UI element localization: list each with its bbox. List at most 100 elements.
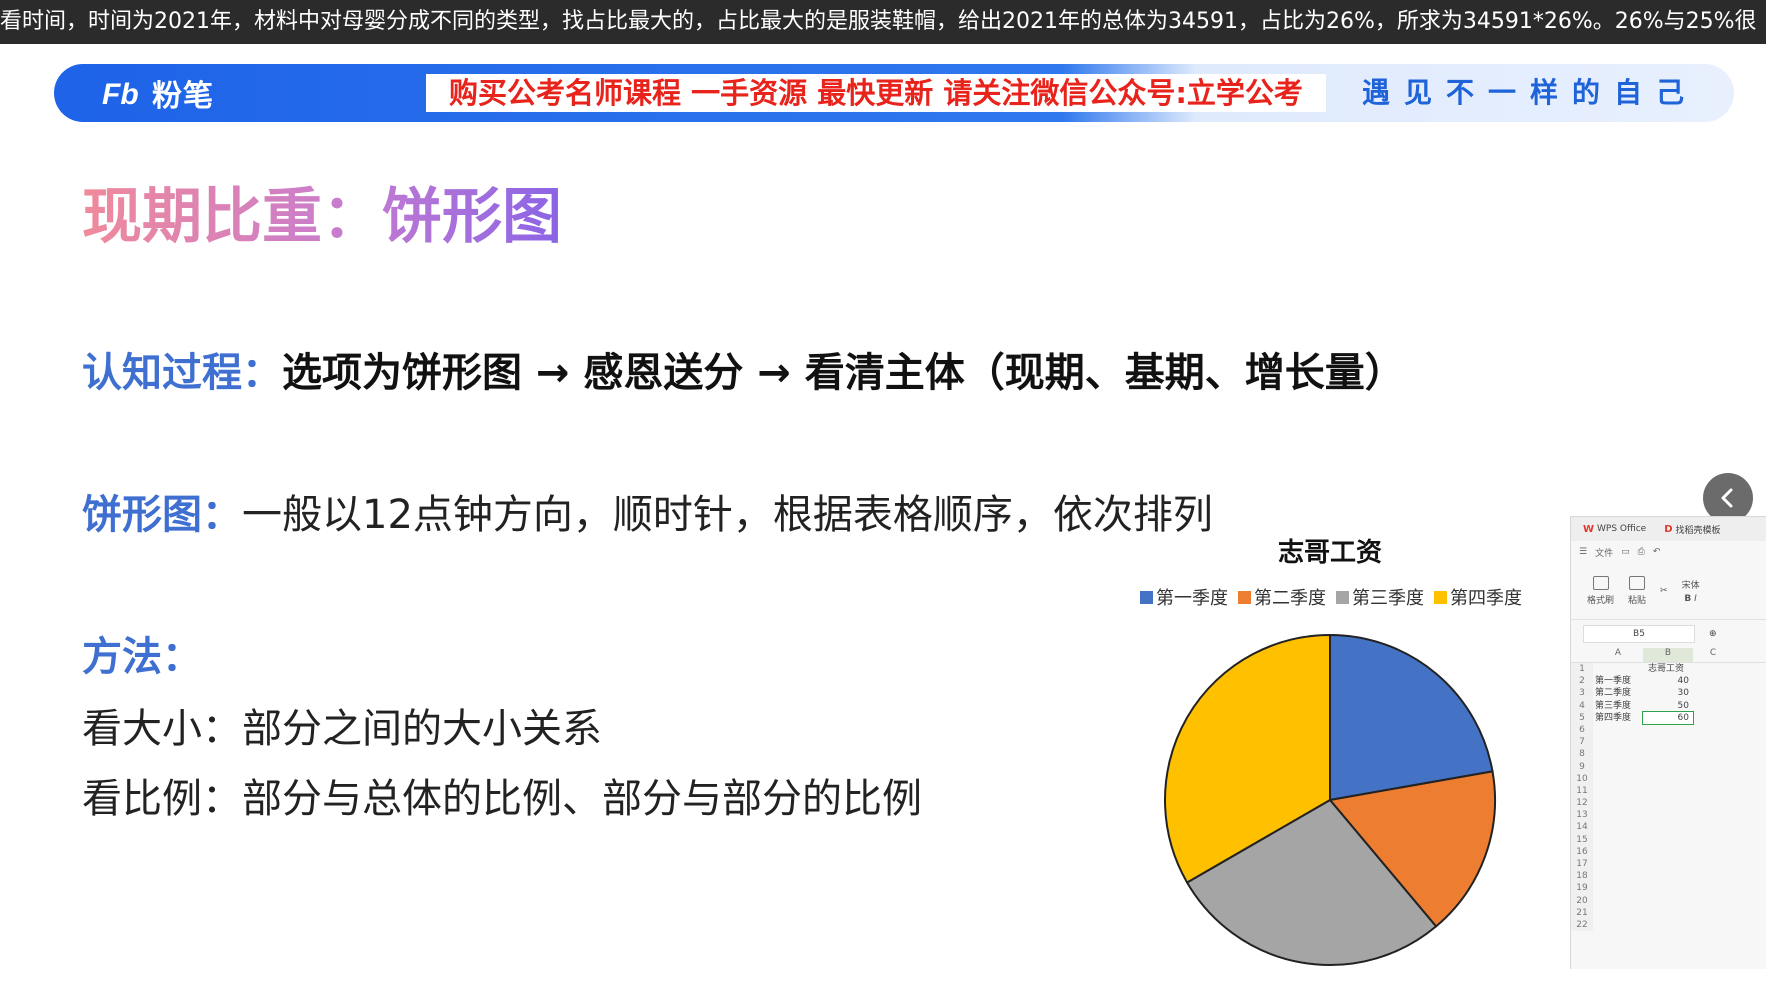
- cell-reference-box[interactable]: B5: [1583, 625, 1695, 643]
- cell-a[interactable]: 第二季度: [1593, 687, 1643, 699]
- cell-a[interactable]: [1593, 821, 1643, 833]
- cell-a[interactable]: [1593, 761, 1643, 773]
- row-number[interactable]: 5: [1571, 711, 1593, 724]
- cell-a[interactable]: [1593, 834, 1643, 846]
- cell-b[interactable]: [1643, 858, 1693, 870]
- cell-a[interactable]: [1593, 919, 1643, 931]
- cell-b[interactable]: 30: [1643, 687, 1693, 699]
- zoom-icon[interactable]: ⊕: [1709, 629, 1717, 639]
- cell-a[interactable]: [1593, 809, 1643, 821]
- cell-c[interactable]: [1693, 724, 1733, 736]
- column-header-b[interactable]: B: [1643, 648, 1693, 662]
- row-number[interactable]: 18: [1571, 870, 1593, 883]
- cell-b[interactable]: [1643, 724, 1693, 736]
- row-number[interactable]: 19: [1571, 882, 1593, 895]
- row-number[interactable]: 7: [1571, 736, 1593, 749]
- sheet-row[interactable]: 5 第四季度 60: [1571, 710, 1766, 725]
- row-number[interactable]: 9: [1571, 760, 1593, 773]
- cell-b[interactable]: [1643, 797, 1693, 809]
- row-number[interactable]: 14: [1571, 821, 1593, 834]
- row-number[interactable]: 4: [1571, 699, 1593, 712]
- cell-b[interactable]: [1643, 919, 1693, 931]
- cell-a[interactable]: [1593, 663, 1643, 675]
- cell-b[interactable]: [1643, 785, 1693, 797]
- cell-a[interactable]: [1593, 858, 1643, 870]
- cell-a[interactable]: [1593, 724, 1643, 736]
- cell-c[interactable]: [1693, 834, 1733, 846]
- row-number[interactable]: 10: [1571, 772, 1593, 785]
- cell-b[interactable]: 志哥工资: [1643, 663, 1693, 675]
- undo-icon[interactable]: ↶: [1653, 547, 1661, 557]
- cell-c[interactable]: [1693, 700, 1733, 712]
- cell-b[interactable]: [1643, 907, 1693, 919]
- sheet-row[interactable]: 11: [1571, 784, 1766, 798]
- sheet-row[interactable]: 8: [1571, 748, 1766, 761]
- cell-c[interactable]: [1693, 748, 1733, 760]
- menu-icon[interactable]: ☰: [1579, 547, 1587, 557]
- print-icon[interactable]: ⎙: [1638, 547, 1645, 557]
- sheet-row[interactable]: 9: [1571, 760, 1766, 773]
- cell-b[interactable]: [1643, 821, 1693, 833]
- sheet-row[interactable]: 10: [1571, 772, 1766, 785]
- cell-a[interactable]: [1593, 882, 1643, 894]
- row-number[interactable]: 17: [1571, 858, 1593, 871]
- sheet-row[interactable]: 2 第一季度 40: [1571, 675, 1766, 688]
- cell-a[interactable]: [1593, 907, 1643, 919]
- sheet-row[interactable]: 17: [1571, 858, 1766, 871]
- row-number[interactable]: 15: [1571, 833, 1593, 846]
- cell-b[interactable]: [1643, 895, 1693, 907]
- sheet-row[interactable]: 14: [1571, 821, 1766, 834]
- row-number[interactable]: 3: [1571, 687, 1593, 700]
- column-header-c[interactable]: C: [1693, 648, 1733, 662]
- cell-b[interactable]: [1643, 809, 1693, 821]
- cell-c[interactable]: [1693, 761, 1733, 773]
- cell-a[interactable]: [1593, 895, 1643, 907]
- sheet-row[interactable]: 6: [1571, 723, 1766, 737]
- cell-a[interactable]: [1593, 846, 1643, 858]
- cell-a[interactable]: [1593, 773, 1643, 785]
- cell-c[interactable]: [1693, 809, 1733, 821]
- cell-b[interactable]: [1643, 834, 1693, 846]
- cell-b[interactable]: [1643, 748, 1693, 760]
- row-number[interactable]: 2: [1571, 675, 1593, 688]
- wps-menu-file[interactable]: 文件: [1595, 546, 1613, 559]
- wps-tab-template[interactable]: D 找稻壳模板: [1664, 523, 1720, 536]
- cell-c[interactable]: [1693, 797, 1733, 809]
- row-number[interactable]: 6: [1571, 723, 1593, 737]
- cell-c[interactable]: [1693, 895, 1733, 907]
- cell-c[interactable]: [1693, 846, 1733, 858]
- sheet-row[interactable]: 20: [1571, 894, 1766, 907]
- row-number[interactable]: 12: [1571, 797, 1593, 810]
- cell-c[interactable]: [1693, 907, 1733, 919]
- sheet-row[interactable]: 13: [1571, 809, 1766, 822]
- row-number[interactable]: 1: [1571, 663, 1593, 676]
- sheet-row[interactable]: 7: [1571, 736, 1766, 749]
- cell-a[interactable]: [1593, 748, 1643, 760]
- cell-c[interactable]: [1693, 785, 1733, 797]
- cell-c[interactable]: [1693, 919, 1733, 931]
- row-number[interactable]: 21: [1571, 906, 1593, 919]
- cell-b[interactable]: 60: [1642, 710, 1694, 725]
- sheet-row[interactable]: 16: [1571, 845, 1766, 858]
- wps-window-thumbnail[interactable]: W WPS Office D 找稻壳模板 ☰ 文件 ▭ ⎙ ↶ 格式刷 粘贴 ✂…: [1570, 516, 1766, 969]
- cell-a[interactable]: 第三季度: [1593, 700, 1643, 712]
- sheet-row[interactable]: 3 第二季度 30: [1571, 687, 1766, 700]
- sheet-row[interactable]: 1 志哥工资: [1571, 663, 1766, 676]
- cell-a[interactable]: [1593, 785, 1643, 797]
- paste-button[interactable]: 粘贴: [1628, 576, 1646, 606]
- sheet-row[interactable]: 22: [1571, 918, 1766, 932]
- cell-c[interactable]: [1693, 882, 1733, 894]
- cell-c[interactable]: [1693, 773, 1733, 785]
- cell-c[interactable]: [1693, 870, 1733, 882]
- cell-a[interactable]: 第四季度: [1593, 712, 1643, 724]
- row-number[interactable]: 8: [1571, 748, 1593, 761]
- cell-a[interactable]: 第一季度: [1593, 675, 1643, 687]
- cell-b[interactable]: [1643, 846, 1693, 858]
- cell-b[interactable]: [1643, 761, 1693, 773]
- cell-c[interactable]: [1693, 736, 1733, 748]
- cell-b[interactable]: [1643, 773, 1693, 785]
- font-box[interactable]: 宋体 B I: [1682, 578, 1700, 604]
- cell-b[interactable]: 50: [1643, 700, 1693, 712]
- cell-c[interactable]: [1693, 675, 1733, 687]
- cell-a[interactable]: [1593, 870, 1643, 882]
